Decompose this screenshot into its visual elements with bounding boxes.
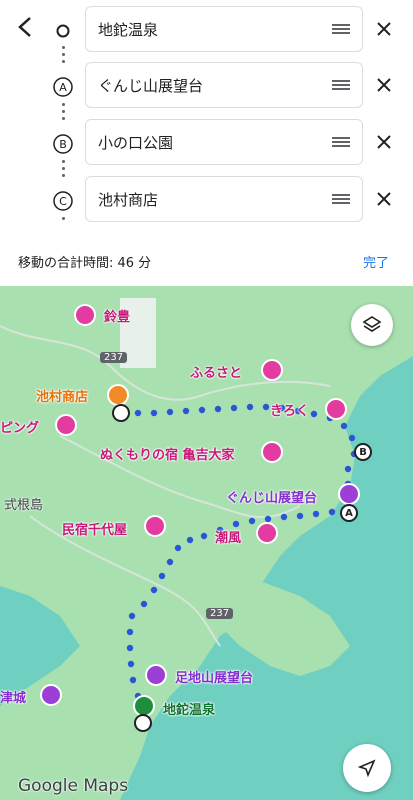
place-label[interactable]: 鈴豊 (104, 306, 130, 325)
layers-icon (362, 316, 382, 332)
layers-button[interactable] (351, 304, 393, 346)
hotel-pin-icon[interactable] (144, 515, 166, 537)
drag-handle-icon[interactable] (332, 23, 350, 35)
close-icon (377, 78, 391, 92)
svg-text:C: C (59, 195, 67, 208)
start-field-text: 地鉈温泉 (98, 21, 159, 39)
hotel-pin-icon[interactable] (261, 441, 283, 463)
place-label[interactable]: ぬくもりの宿 亀吉大家 (100, 444, 235, 463)
stop-row-start: 地鉈温泉 (48, 6, 413, 54)
start-field[interactable]: 地鉈温泉 (85, 6, 363, 52)
close-icon (377, 192, 391, 206)
navigation-icon (357, 759, 376, 778)
hotel-pin-icon[interactable] (74, 304, 96, 326)
waypoint-a-marker[interactable]: A (340, 504, 358, 522)
place-label[interactable]: 民宿千代屋 (62, 519, 127, 538)
place-label[interactable]: きろく (270, 400, 309, 419)
map-view[interactable]: 237 237 鈴豊 池村商店 ふるさと きろく ピング ぬくもりの宿 亀吉大家… (0, 286, 413, 800)
viewpoint-pin-icon[interactable] (338, 483, 360, 505)
viewpoint-pin-icon[interactable] (40, 684, 62, 706)
stop-row-b: B 小の口公園 (48, 119, 413, 167)
drag-handle-icon[interactable] (332, 136, 350, 148)
my-location-button[interactable] (343, 744, 391, 792)
waypoint-a-text: ぐんじ山展望台 (98, 77, 204, 95)
remove-stop-button[interactable] (372, 17, 396, 41)
waypoint-a-field[interactable]: ぐんじ山展望台 (85, 62, 363, 108)
done-button[interactable]: 完了 (363, 252, 389, 271)
place-label[interactable]: ふるさと (190, 362, 242, 381)
place-label[interactable]: 池村商店 (36, 386, 88, 405)
remove-stop-button[interactable] (372, 73, 396, 97)
svg-text:B: B (59, 138, 67, 151)
waypoint-c-text: 池村商店 (98, 191, 159, 209)
place-label[interactable]: ピング (0, 417, 39, 436)
connector-dots (62, 217, 66, 224)
waypoint-c-icon: C (52, 190, 74, 212)
start-marker[interactable] (134, 714, 152, 732)
hotel-pin-icon[interactable] (261, 359, 283, 381)
place-label[interactable]: ぐんじ山展望台 (226, 487, 317, 506)
close-icon (377, 135, 391, 149)
stop-row-c: C 池村商店 (48, 176, 413, 224)
drag-handle-icon[interactable] (332, 193, 350, 205)
restaurant-pin-icon[interactable] (107, 384, 129, 406)
hotel-pin-icon[interactable] (55, 414, 77, 436)
svg-text:A: A (59, 81, 67, 94)
hotel-pin-icon[interactable] (325, 398, 347, 420)
waypoint-b-marker[interactable]: B (354, 443, 372, 461)
place-label[interactable]: 潮風 (215, 527, 241, 546)
waypoint-a-icon: A (52, 76, 74, 98)
arrow-back-icon (18, 17, 31, 37)
island-label: 式根島 (4, 498, 44, 513)
viewpoint-pin-icon[interactable] (145, 664, 167, 686)
waypoint-c-field[interactable]: 池村商店 (85, 176, 363, 222)
start-marker-icon (52, 20, 74, 42)
directions-panel: 地鉈温泉 A ぐんじ山展望台 B 小の口公園 C 池村商店 移動の合計時間: 4… (0, 0, 413, 286)
waypoint-c-marker[interactable] (112, 404, 130, 422)
back-button[interactable] (10, 12, 40, 42)
stop-row-a: A ぐんじ山展望台 (48, 62, 413, 110)
place-label[interactable]: 地鉈温泉 (163, 699, 215, 718)
hotel-pin-icon[interactable] (256, 522, 278, 544)
drag-handle-icon[interactable] (332, 79, 350, 91)
remove-stop-button[interactable] (372, 130, 396, 154)
waypoint-b-icon: B (52, 133, 74, 155)
road-number-badge: 237 (100, 352, 128, 363)
place-label[interactable]: 足地山展望台 (175, 667, 253, 686)
remove-stop-button[interactable] (372, 187, 396, 211)
close-icon (377, 22, 391, 36)
place-label[interactable]: 津城 (0, 687, 26, 706)
road-number-badge: 237 (206, 608, 234, 619)
waypoint-b-field[interactable]: 小の口公園 (85, 119, 363, 165)
google-maps-attribution: Google Maps (18, 776, 129, 796)
waypoint-b-text: 小の口公園 (98, 134, 174, 152)
total-travel-time: 移動の合計時間: 46 分 (18, 256, 152, 271)
